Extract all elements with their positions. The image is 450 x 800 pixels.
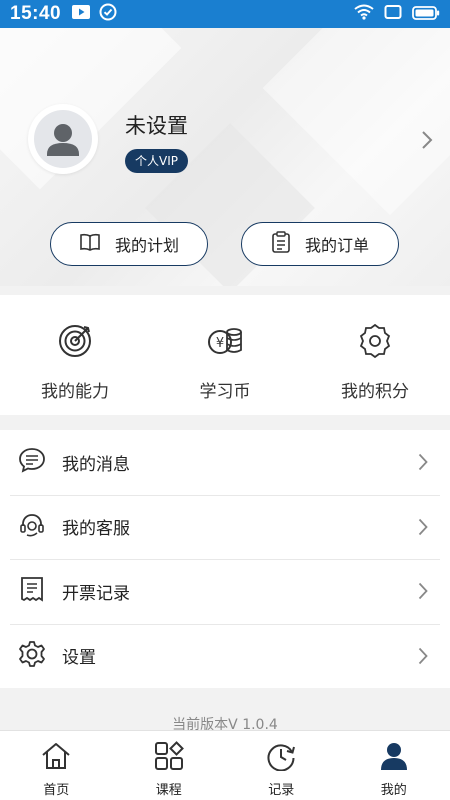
- chevron-right-icon: [418, 647, 428, 669]
- status-bar: 15:40: [0, 0, 450, 28]
- menu-item-label: 开票记录: [62, 583, 130, 604]
- battery-icon: [412, 5, 440, 24]
- my-plan-button[interactable]: 我的计划: [50, 222, 208, 266]
- home-icon: [40, 741, 72, 775]
- tab-home[interactable]: 首页: [0, 731, 113, 800]
- stat-label: 我的能力: [41, 382, 109, 402]
- stat-ability[interactable]: 我的能力: [0, 295, 150, 415]
- menu-list: 我的消息 我的客服 开票记录 设置: [0, 430, 450, 688]
- invoice-icon: [18, 575, 46, 607]
- rotate-icon: [384, 4, 402, 24]
- tab-label: 首页: [43, 783, 70, 798]
- profile-header: 未设置 个人VIP 我的计划 我的订单: [0, 28, 450, 286]
- my-orders-button[interactable]: 我的订单: [241, 222, 399, 266]
- menu-item-label: 设置: [62, 648, 96, 669]
- stat-label: 我的积分: [341, 382, 409, 402]
- my-orders-label: 我的订单: [304, 236, 369, 255]
- menu-item-invoice-records[interactable]: 开票记录: [0, 559, 450, 624]
- play-icon: [71, 4, 91, 24]
- vip-badge: 个人VIP: [125, 149, 188, 173]
- message-icon: [18, 446, 46, 478]
- stat-coins[interactable]: ¥ 学习币: [150, 295, 300, 415]
- menu-item-label: 我的消息: [62, 454, 130, 475]
- chevron-right-icon: [418, 453, 428, 475]
- tab-label: 课程: [155, 783, 182, 798]
- badge-icon: [359, 323, 391, 363]
- tab-mine[interactable]: 我的: [338, 731, 450, 800]
- stats-section: 我的能力 ¥ 学习币 我的积分: [0, 295, 450, 415]
- menu-item-customer-service[interactable]: 我的客服: [0, 494, 450, 560]
- clock-icon: [265, 741, 297, 775]
- menu-item-settings[interactable]: 设置: [0, 623, 450, 689]
- clipboard-icon: [271, 231, 291, 257]
- menu-item-label: 我的客服: [62, 519, 130, 540]
- status-time: 15:40: [10, 3, 62, 24]
- check-circle-icon: [99, 3, 117, 25]
- username[interactable]: 未设置: [125, 110, 188, 140]
- avatar[interactable]: [28, 104, 98, 174]
- avatar-icon: [34, 110, 92, 168]
- chevron-right-icon: [418, 582, 428, 604]
- stat-label: 学习币: [199, 382, 251, 402]
- tab-records[interactable]: 记录: [225, 731, 338, 800]
- tab-label: 记录: [268, 783, 295, 798]
- profile-chevron-right-icon[interactable]: [421, 130, 433, 154]
- headset-icon: [18, 511, 46, 543]
- tab-courses[interactable]: 课程: [113, 731, 226, 800]
- chevron-right-icon: [418, 518, 428, 540]
- tab-label: 我的: [380, 783, 407, 798]
- stat-points[interactable]: 我的积分: [300, 295, 450, 415]
- menu-item-messages[interactable]: 我的消息: [0, 430, 450, 495]
- my-plan-label: 我的计划: [114, 236, 179, 255]
- gear-icon: [18, 640, 46, 672]
- coins-icon: ¥: [206, 323, 244, 363]
- svg-text:¥: ¥: [216, 336, 224, 351]
- target-icon: [57, 323, 93, 363]
- person-icon: [378, 741, 410, 775]
- bottom-tab-bar: 首页 课程 记录 我的: [0, 730, 450, 800]
- grid-icon: [153, 741, 185, 775]
- book-icon: [79, 232, 101, 256]
- wifi-icon: [354, 4, 374, 24]
